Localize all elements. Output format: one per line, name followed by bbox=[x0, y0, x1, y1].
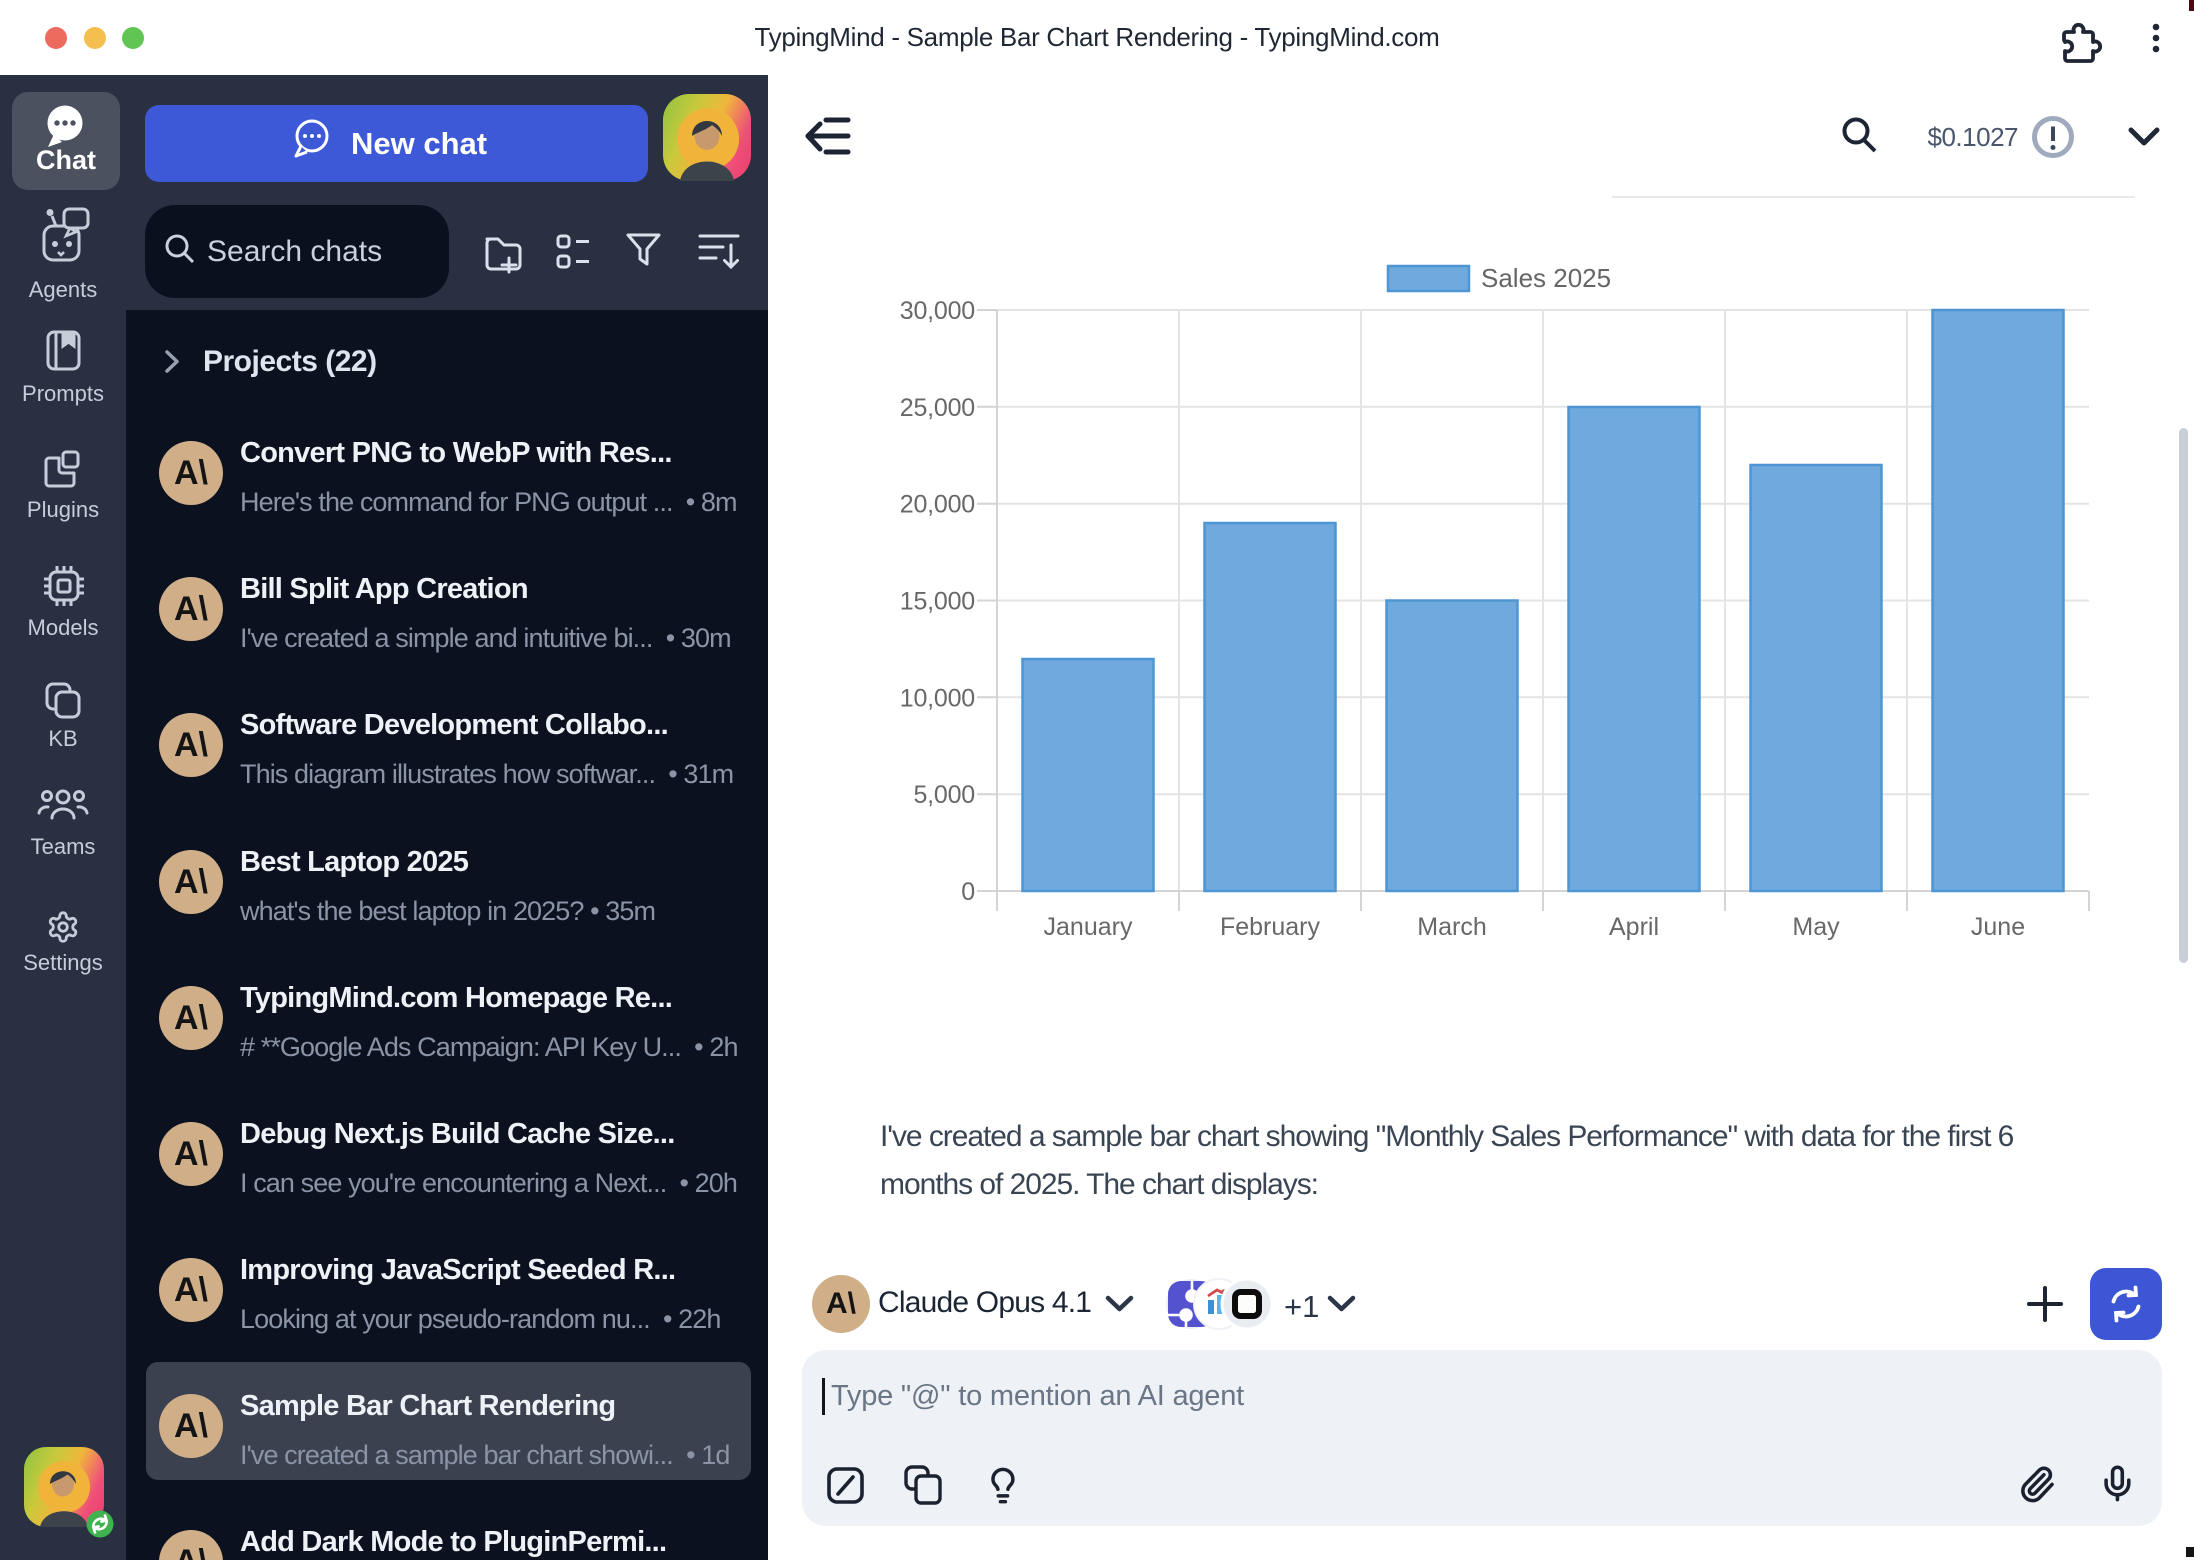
svg-text:Sales 2025: Sales 2025 bbox=[1481, 263, 1611, 293]
svg-text:15,000: 15,000 bbox=[900, 588, 975, 616]
svg-text:March: March bbox=[1417, 913, 1486, 941]
svg-text:April: April bbox=[1609, 913, 1659, 941]
svg-text:5,000: 5,000 bbox=[913, 781, 975, 809]
svg-text:May: May bbox=[1792, 913, 1840, 941]
svg-text:10,000: 10,000 bbox=[900, 684, 975, 712]
svg-text:20,000: 20,000 bbox=[900, 491, 975, 519]
svg-text:0: 0 bbox=[961, 878, 975, 906]
svg-text:January: January bbox=[1044, 913, 1133, 941]
svg-text:February: February bbox=[1220, 913, 1321, 941]
svg-text:30,000: 30,000 bbox=[900, 297, 975, 325]
svg-text:25,000: 25,000 bbox=[900, 394, 975, 422]
svg-text:June: June bbox=[1971, 913, 2025, 941]
